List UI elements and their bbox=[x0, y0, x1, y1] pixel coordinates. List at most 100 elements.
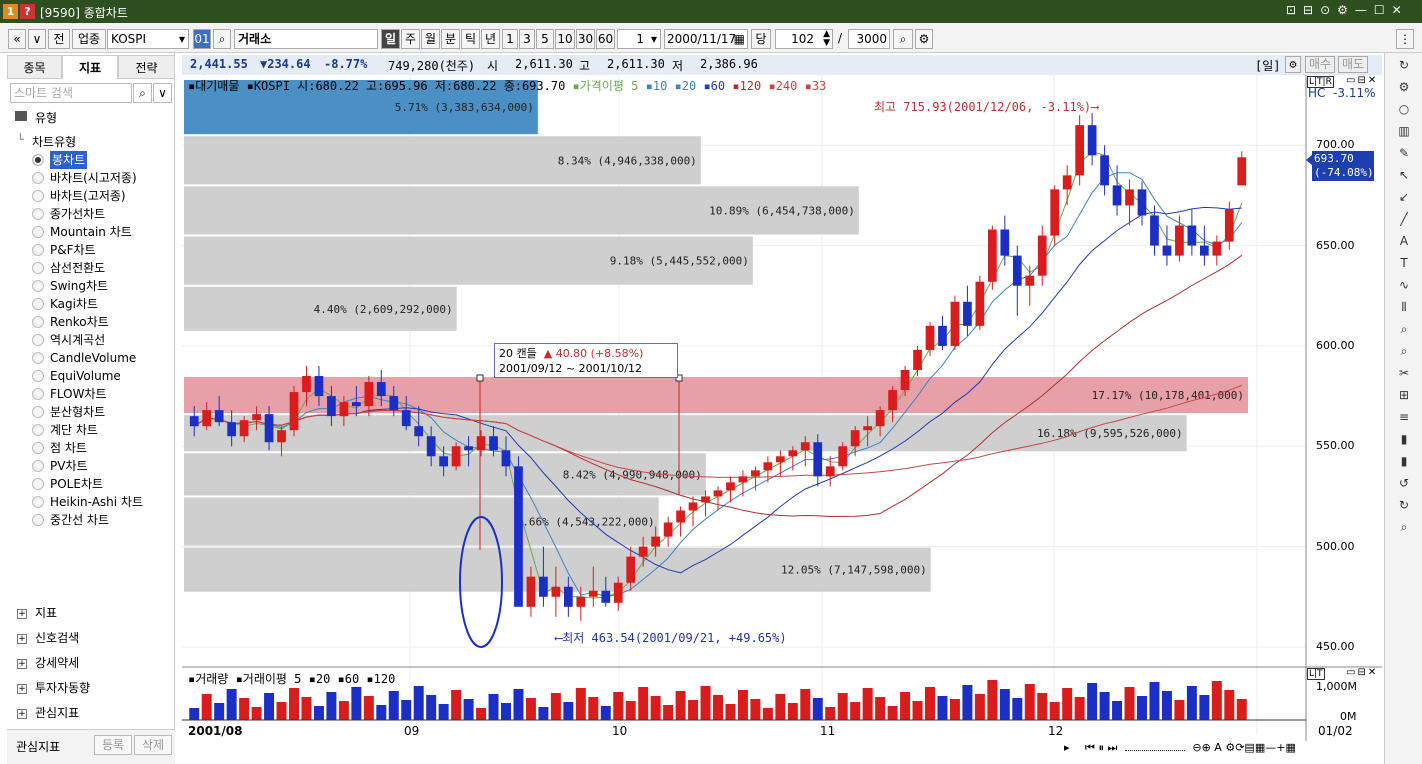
chart-type-radio[interactable] bbox=[32, 190, 44, 202]
chart-type-item[interactable]: 바차트(고저종) bbox=[50, 187, 126, 205]
section-item[interactable]: + 강세약세 bbox=[17, 651, 79, 675]
main-chart[interactable]: 5.71% (3,383,634,000) 8.34% (4,946,338,00… bbox=[182, 75, 1382, 764]
dang-button[interactable]: 당 bbox=[751, 29, 771, 49]
down-button[interactable]: ∨ bbox=[28, 29, 46, 49]
delete-button[interactable]: 삭제 bbox=[134, 735, 172, 755]
chart-type-item[interactable]: Mountain 차트 bbox=[50, 223, 132, 241]
chart-type-radio[interactable] bbox=[32, 460, 44, 472]
settings-icon[interactable]: ⚙ bbox=[1225, 741, 1235, 754]
zoom-in-icon[interactable]: ⊕ bbox=[1202, 741, 1211, 754]
last-icon[interactable]: ⏭ bbox=[1107, 741, 1117, 754]
jeon-button[interactable]: 전 bbox=[48, 29, 70, 49]
chart-type-radio[interactable] bbox=[32, 208, 44, 220]
redo-icon[interactable]: ↻ bbox=[1396, 497, 1412, 513]
chart-type-item[interactable]: EquiVolume bbox=[50, 367, 121, 385]
chart-type-item[interactable]: P&F차트 bbox=[50, 241, 96, 259]
chart-type-radio[interactable] bbox=[32, 388, 44, 400]
expand-plus-icon[interactable]: + bbox=[17, 708, 27, 719]
chart-type-radio[interactable] bbox=[32, 316, 44, 328]
tab-indicator[interactable]: 지표 bbox=[62, 55, 118, 79]
save-icon[interactable]: ▤ bbox=[1244, 741, 1254, 754]
chart-type-item[interactable]: 점 차트 bbox=[50, 439, 87, 457]
search-icon[interactable]: ⌕ bbox=[1396, 519, 1412, 535]
expand-plus-icon[interactable]: + bbox=[17, 608, 27, 619]
bars-field[interactable]: 102 ▲ ▼ bbox=[775, 29, 833, 49]
volume-log-icon[interactable]: L|T bbox=[1307, 668, 1325, 680]
log-icon[interactable]: L|T|R bbox=[1307, 76, 1334, 88]
chart-type-item[interactable]: 종가선차트 bbox=[50, 205, 105, 223]
tab-strategy[interactable]: 전략 bbox=[118, 55, 175, 79]
interval-3[interactable]: 3 bbox=[519, 29, 535, 49]
chart-type-item[interactable]: Heikin-Ashi 차트 bbox=[50, 493, 143, 511]
expand-plus-icon[interactable]: + bbox=[17, 633, 27, 644]
zoom-icon[interactable]: ⌕ bbox=[1396, 343, 1412, 359]
chart-type-radio[interactable] bbox=[32, 370, 44, 382]
section-item[interactable]: + 신호검색 bbox=[17, 626, 79, 650]
zoom-slider[interactable] bbox=[1124, 750, 1185, 751]
chart-type-radio[interactable] bbox=[32, 298, 44, 310]
bars-icon[interactable]: ▮ bbox=[1396, 453, 1412, 469]
list-icon[interactable]: ≡ bbox=[1396, 409, 1412, 425]
bar-icon[interactable]: ▥ bbox=[1396, 123, 1412, 139]
chart-type-radio[interactable] bbox=[32, 442, 44, 454]
chart-type-item[interactable]: Kagi차트 bbox=[50, 295, 98, 313]
chart-type-radio[interactable] bbox=[32, 496, 44, 508]
interval-30[interactable]: 30 bbox=[576, 29, 595, 49]
chart-type-radio[interactable] bbox=[32, 334, 44, 346]
circle-icon[interactable]: ○ bbox=[1396, 101, 1412, 117]
calendar-icon[interactable]: ▦ bbox=[734, 30, 745, 48]
chart-type-radio[interactable] bbox=[32, 154, 44, 166]
search-icon[interactable]: ⌕ bbox=[133, 83, 152, 103]
section-item[interactable]: + 지표 bbox=[17, 601, 57, 625]
prev-button[interactable]: « bbox=[8, 29, 26, 49]
range-box[interactable]: 20 캔들 ▲ 40.80 (+8.58%) 2001/09/12 ~ 2001… bbox=[494, 343, 678, 378]
candle-icon[interactable]: ⫴ bbox=[1396, 299, 1412, 315]
chart-type-item[interactable]: 중간선 차트 bbox=[50, 511, 109, 529]
arrow-icon[interactable]: ↙ bbox=[1396, 189, 1412, 205]
stepper-icon[interactable]: ▲ ▼ bbox=[823, 30, 830, 48]
pause-icon[interactable]: ⏸ bbox=[1098, 741, 1104, 754]
sell-button[interactable]: 매도 bbox=[1338, 56, 1368, 73]
section-item[interactable]: + 관심지표 bbox=[17, 701, 79, 725]
chart-type-radio[interactable] bbox=[32, 514, 44, 526]
interval-10[interactable]: 10 bbox=[555, 29, 575, 49]
more-icon[interactable]: ⋮ bbox=[1396, 29, 1414, 49]
smart-search-input[interactable]: 스마트 검색 bbox=[10, 83, 132, 103]
total-field[interactable]: 3000 bbox=[848, 29, 890, 49]
chart-type-radio[interactable] bbox=[32, 226, 44, 238]
text-icon[interactable]: A bbox=[1214, 741, 1222, 754]
chart-type-item[interactable]: 삼선전환도 bbox=[50, 259, 105, 277]
chart-type-item[interactable]: FLOW차트 bbox=[50, 385, 107, 403]
tab-stock[interactable]: 종목 bbox=[7, 55, 62, 79]
expand-plus-icon[interactable]: + bbox=[17, 658, 27, 669]
undo-icon[interactable]: ↺ bbox=[1396, 475, 1412, 491]
chart-type-radio[interactable] bbox=[32, 406, 44, 418]
chart-type-item[interactable]: 역시계곡선 bbox=[50, 331, 105, 349]
chart-type-radio[interactable] bbox=[32, 172, 44, 184]
minus-icon[interactable]: — bbox=[1265, 741, 1276, 754]
chart-type-item[interactable]: 바차트(시고저종) bbox=[50, 169, 137, 187]
symbol-select[interactable]: KOSPI ▾ bbox=[107, 29, 189, 49]
chart-type-radio[interactable] bbox=[32, 280, 44, 292]
register-button[interactable]: 등록 bbox=[94, 735, 132, 755]
grid-icon[interactable]: ▦ bbox=[1285, 741, 1295, 754]
tree-group[interactable]: 차트유형 bbox=[32, 133, 76, 150]
table-icon[interactable]: ▦ bbox=[1255, 741, 1265, 754]
section-item[interactable]: + 투자자동향 bbox=[17, 676, 90, 700]
chart-type-item[interactable]: PV차트 bbox=[50, 457, 88, 475]
zoom-out-icon[interactable]: ⊖ bbox=[1192, 741, 1201, 754]
pane-controls[interactable]: ▭⊟✕ bbox=[1346, 75, 1378, 86]
auto-icon[interactable]: A bbox=[1396, 233, 1412, 249]
period-day[interactable]: 일 bbox=[381, 29, 400, 49]
arrow-icon[interactable]: ↖ bbox=[1396, 167, 1412, 183]
pen-icon[interactable]: ✎ bbox=[1396, 145, 1412, 161]
zoom-icon[interactable]: ⌕ bbox=[893, 29, 913, 49]
chart-type-radio[interactable] bbox=[32, 352, 44, 364]
chart-type-item[interactable]: 분산형차트 bbox=[50, 403, 105, 421]
gear-icon[interactable]: ⚙ bbox=[915, 29, 933, 49]
interval-5[interactable]: 5 bbox=[536, 29, 554, 49]
chart-type-radio[interactable] bbox=[32, 424, 44, 436]
scroll-controls[interactable]: ▸ ⏮ ⏸ ⏭ ⊖⊕ A ⚙⟳▤▦—+▦ bbox=[1064, 741, 1384, 759]
expand-plus-icon[interactable]: + bbox=[17, 683, 27, 694]
date-field[interactable]: 2000/11/17 ▦ bbox=[664, 29, 748, 49]
